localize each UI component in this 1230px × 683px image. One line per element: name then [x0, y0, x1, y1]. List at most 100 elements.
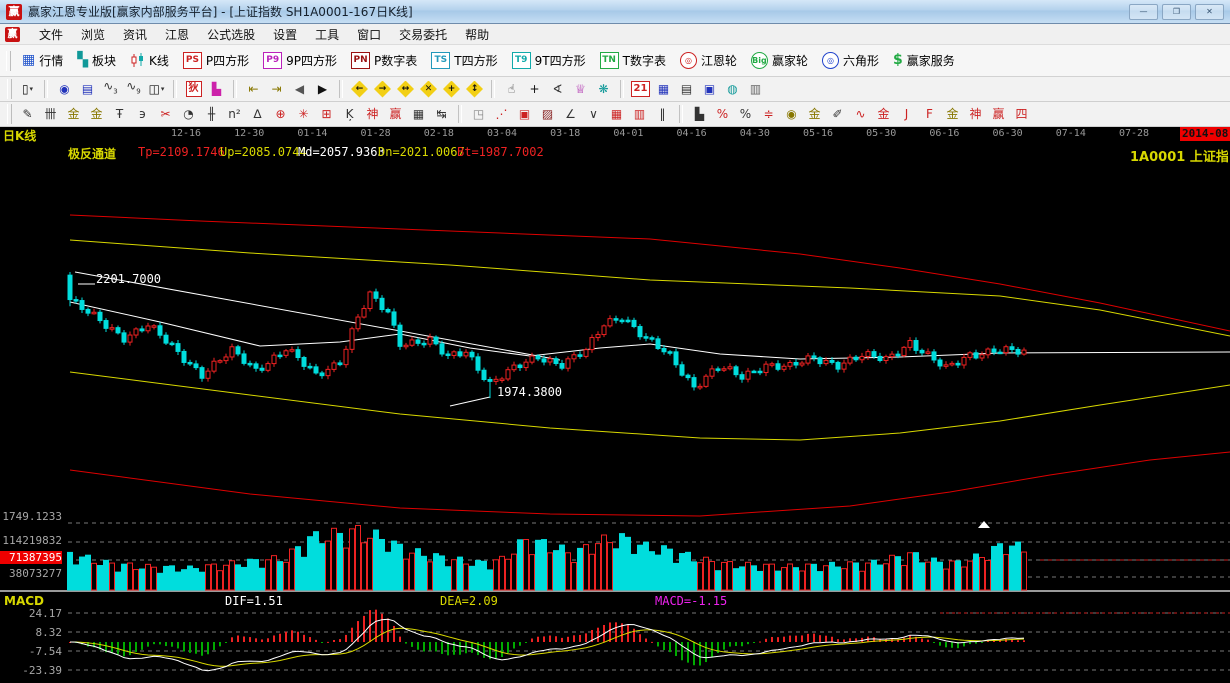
- kline-view[interactable]: K线: [123, 50, 176, 71]
- brush-tool[interactable]: ✐: [827, 104, 848, 124]
- expand-diamond[interactable]: +: [441, 79, 462, 99]
- first-screen[interactable]: ⇤: [243, 79, 264, 99]
- time-cycle-tool[interactable]: ◔: [178, 104, 199, 124]
- mirror-tool[interactable]: ∆: [247, 104, 268, 124]
- diagonal-box-tool[interactable]: ▨: [537, 104, 558, 124]
- angle-measure-tool[interactable]: ∢: [547, 79, 568, 99]
- gann-wheel[interactable]: ◎江恩轮: [673, 50, 744, 71]
- remote-assist-tool[interactable]: ▥: [745, 79, 766, 99]
- menu-item-5[interactable]: 公式选股: [198, 26, 264, 43]
- menu-item-7[interactable]: 工具: [306, 26, 348, 43]
- prev-screen[interactable]: ◀: [289, 79, 310, 99]
- sector-blocks[interactable]: ▚板块: [70, 50, 123, 71]
- fan-lines-tool[interactable]: ⋰: [491, 104, 512, 124]
- scroll-left-diamond[interactable]: ←: [349, 79, 370, 99]
- price-volume-profile[interactable]: ▙: [206, 79, 227, 99]
- menu-item-10[interactable]: 帮助: [456, 26, 498, 43]
- next-screen[interactable]: ▶: [312, 79, 333, 99]
- memo-tool[interactable]: ▤: [676, 79, 697, 99]
- gann-hash-tool[interactable]: 卌: [40, 104, 61, 124]
- crown-tool[interactable]: ♕: [570, 79, 591, 99]
- spiral-tool[interactable]: ϶: [132, 104, 153, 124]
- toolbar-grip-2[interactable]: [7, 79, 12, 99]
- gold-section-a-tool[interactable]: 金: [63, 104, 84, 124]
- menu-item-9[interactable]: 交易委托: [390, 26, 456, 43]
- shen-angle-tool[interactable]: 神: [965, 104, 986, 124]
- percent-tool[interactable]: %: [735, 104, 756, 124]
- grid-box-tool[interactable]: ⊞: [316, 104, 337, 124]
- sketch-overlay[interactable]: ◉: [54, 79, 75, 99]
- percent-level-tool[interactable]: ≑: [758, 104, 779, 124]
- winner-wheel[interactable]: Big赢家轮: [744, 50, 815, 71]
- gann-circle-tool[interactable]: ⊕: [270, 104, 291, 124]
- si-angle-tool[interactable]: 四: [1011, 104, 1032, 124]
- maximize-button[interactable]: ❐: [1162, 4, 1191, 20]
- calendar-tool[interactable]: 21: [630, 79, 651, 99]
- pan-hand-tool[interactable]: ☝: [501, 79, 522, 99]
- menu-item-3[interactable]: 资讯: [114, 26, 156, 43]
- small-hash-tool[interactable]: ╫: [201, 104, 222, 124]
- grid-123-tool[interactable]: ▦: [408, 104, 429, 124]
- toolbar-grip-3[interactable]: [7, 104, 12, 124]
- side-histogram-tool[interactable]: ▙: [689, 104, 710, 124]
- chip-distribution[interactable]: 狄: [183, 79, 204, 99]
- parallel-lines-tool[interactable]: ‖: [652, 104, 673, 124]
- knife-tool[interactable]: ✂: [155, 104, 176, 124]
- span-arrows-tool[interactable]: ↹: [431, 104, 452, 124]
- save-tool[interactable]: ▣: [699, 79, 720, 99]
- menu-item-4[interactable]: 江恩: [156, 26, 198, 43]
- gold-circle-tool[interactable]: ◉: [781, 104, 802, 124]
- crosshair-tool[interactable]: +: [524, 79, 545, 99]
- n-square-tool[interactable]: n²: [224, 104, 245, 124]
- net-update-tool[interactable]: ◍: [722, 79, 743, 99]
- percent-line-tool[interactable]: %: [712, 104, 733, 124]
- j-angle-tool[interactable]: J: [896, 104, 917, 124]
- red-grid-tool[interactable]: ▦: [606, 104, 627, 124]
- p-number-table[interactable]: PNP数字表: [344, 50, 424, 71]
- calculator-tool[interactable]: ▦: [653, 79, 674, 99]
- scroll-right-diamond[interactable]: →: [372, 79, 393, 99]
- close-button[interactable]: ✕: [1195, 4, 1224, 20]
- market-quotes[interactable]: ▦行情: [15, 50, 70, 71]
- f-angle-tool[interactable]: F: [919, 104, 940, 124]
- gold-section-b-tool[interactable]: 金: [86, 104, 107, 124]
- last-screen[interactable]: ⇥: [266, 79, 287, 99]
- wave-count-9[interactable]: ∿9: [123, 79, 144, 99]
- toolbar-grip[interactable]: [6, 51, 11, 71]
- ying-tool[interactable]: 赢: [385, 104, 406, 124]
- p-square[interactable]: PSP四方形: [176, 50, 256, 71]
- menu-item-1[interactable]: 文件: [30, 26, 72, 43]
- gold-line-tool[interactable]: 金: [804, 104, 825, 124]
- wave-count-3[interactable]: ∿3: [100, 79, 121, 99]
- candle-period-dropdown[interactable]: ▯▾: [17, 79, 38, 99]
- 9p-square[interactable]: P99P四方形: [256, 50, 344, 71]
- shen-tool[interactable]: 神: [362, 104, 383, 124]
- t-square[interactable]: TST四方形: [424, 50, 504, 71]
- menu-item-2[interactable]: 浏览: [72, 26, 114, 43]
- spiral-box-tool[interactable]: ▣: [514, 104, 535, 124]
- window-titlebar[interactable]: 赢 赢家江恩专业版[赢家内部服务平台] - [上证指数 SH1A0001-167…: [0, 0, 1230, 24]
- ying-angle-tool[interactable]: 赢: [988, 104, 1009, 124]
- minimize-button[interactable]: —: [1129, 4, 1158, 20]
- candle-style-dropdown[interactable]: ◫▾: [146, 79, 167, 99]
- chart-canvas[interactable]: [0, 127, 1230, 683]
- f-measure-tool[interactable]: Ŧ: [109, 104, 130, 124]
- winner-service[interactable]: $赢家服务: [886, 50, 962, 71]
- cycle-knife-tool[interactable]: ✎: [17, 104, 38, 124]
- gold-angle-tool[interactable]: 金: [873, 104, 894, 124]
- compress-diamond[interactable]: ✕: [418, 79, 439, 99]
- gold-slope-tool[interactable]: 金: [942, 104, 963, 124]
- menu-item-6[interactable]: 设置: [264, 26, 306, 43]
- menu-item-8[interactable]: 窗口: [348, 26, 390, 43]
- pattern-scan-tool[interactable]: ❋: [593, 79, 614, 99]
- red-grid-2-tool[interactable]: ▥: [629, 104, 650, 124]
- info-list[interactable]: ▤: [77, 79, 98, 99]
- box-corner-tool[interactable]: ◳: [468, 104, 489, 124]
- t-number-table[interactable]: TNT数字表: [593, 50, 673, 71]
- hexagon-tool[interactable]: ◎六角形: [815, 50, 886, 71]
- expand-horizontal-diamond[interactable]: ↔: [395, 79, 416, 99]
- angle-fan-tool[interactable]: ∠: [560, 104, 581, 124]
- 9t-square[interactable]: T99T四方形: [505, 50, 593, 71]
- wave-v-tool[interactable]: ∨: [583, 104, 604, 124]
- fit-all-diamond[interactable]: ↕: [464, 79, 485, 99]
